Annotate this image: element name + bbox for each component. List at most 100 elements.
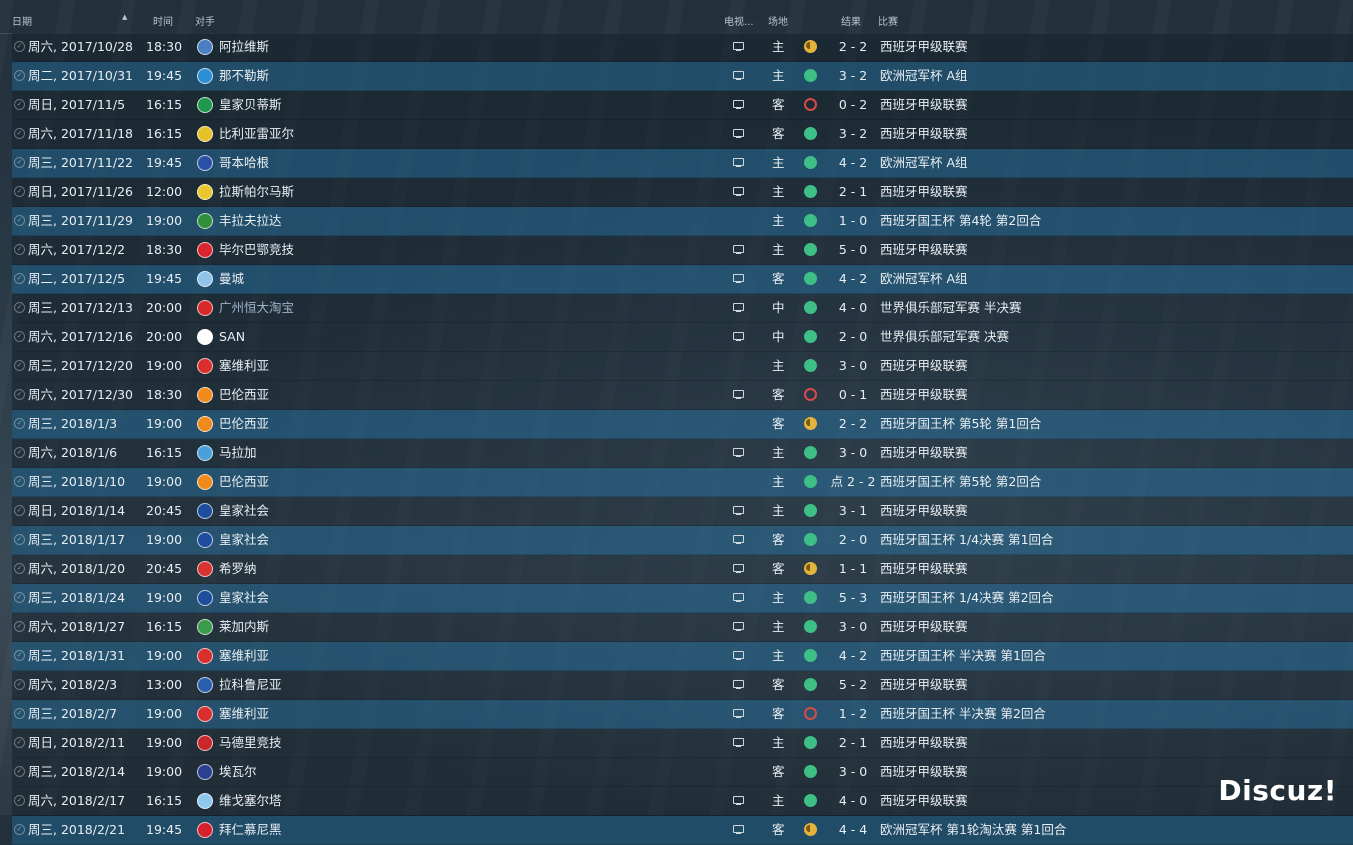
match-score[interactable]: 3 - 0 (830, 352, 876, 380)
column-header-tv[interactable]: 电视... (724, 13, 754, 28)
match-score[interactable]: 3 - 0 (830, 758, 876, 786)
opponent-name[interactable]: 拉斯帕尔马斯 (219, 178, 294, 206)
fixture-row[interactable]: ✓ 周二, 2017/10/31 19:45 那不勒斯 主 3 - 2 欧洲冠军杯 A组 (12, 62, 1353, 91)
fixture-row[interactable]: ✓ 周三, 2018/2/7 19:00 塞维利亚 客 1 - 2 西班牙国王杯 半决赛 第… (12, 700, 1353, 729)
opponent-name[interactable]: 毕尔巴鄂竞技 (219, 236, 294, 264)
match-score[interactable]: 4 - 2 (830, 149, 876, 177)
match-score[interactable]: 3 - 1 (830, 497, 876, 525)
fixture-row[interactable]: ✓ 周三, 2017/11/29 19:00 丰拉夫拉达 主 1 - 0 西班牙国王杯 第4… (12, 207, 1353, 236)
fixture-row[interactable]: ✓ 周二, 2017/12/5 19:45 曼城 客 4 - 2 欧洲冠军杯 A组 (12, 265, 1353, 294)
match-score[interactable]: 5 - 2 (830, 671, 876, 699)
match-score[interactable]: 4 - 4 (830, 816, 876, 844)
fixture-row[interactable]: ✓ 周六, 2018/1/27 16:15 莱加内斯 主 3 - 0 西班牙甲级联赛 (12, 613, 1353, 642)
opponent-name[interactable]: 曼城 (219, 265, 244, 293)
opponent-name[interactable]: 广州恒大淘宝 (219, 294, 294, 322)
opponent-name[interactable]: 丰拉夫拉达 (219, 207, 282, 235)
opponent-name[interactable]: 拜仁慕尼黑 (219, 816, 282, 844)
opponent-name[interactable]: 塞维利亚 (219, 700, 269, 728)
competition-name[interactable]: 西班牙甲级联赛 (880, 671, 968, 699)
column-header-opponent[interactable]: 对手 (195, 13, 215, 28)
opponent-name[interactable]: 皇家贝蒂斯 (219, 91, 282, 119)
opponent-name[interactable]: 皇家社会 (219, 497, 269, 525)
opponent-name[interactable]: 塞维利亚 (219, 642, 269, 670)
fixture-row[interactable]: ✓ 周六, 2017/11/18 16:15 比利亚雷亚尔 客 3 - 2 西班牙甲级联赛 (12, 120, 1353, 149)
competition-name[interactable]: 西班牙甲级联赛 (880, 33, 968, 61)
competition-name[interactable]: 欧洲冠军杯 第1轮淘汰赛 第1回合 (880, 816, 1066, 844)
fixture-row[interactable]: ✓ 周三, 2018/1/24 19:00 皇家社会 主 5 - 3 西班牙国王杯 1/4决… (12, 584, 1353, 613)
fixture-row[interactable]: ✓ 周三, 2018/1/17 19:00 皇家社会 客 2 - 0 西班牙国王杯 1/4决… (12, 526, 1353, 555)
match-score[interactable]: 4 - 2 (830, 265, 876, 293)
competition-name[interactable]: 西班牙国王杯 1/4决赛 第1回合 (880, 526, 1054, 554)
fixture-row[interactable]: ✓ 周日, 2018/1/14 20:45 皇家社会 主 3 - 1 西班牙甲级联赛 (12, 497, 1353, 526)
competition-name[interactable]: 西班牙甲级联赛 (880, 758, 968, 786)
competition-name[interactable]: 欧洲冠军杯 A组 (880, 149, 968, 177)
fixture-row[interactable]: ✓ 周三, 2017/12/20 19:00 塞维利亚 主 3 - 0 西班牙甲级联赛 (12, 352, 1353, 381)
opponent-name[interactable]: 皇家社会 (219, 584, 269, 612)
fixture-row[interactable]: ✓ 周六, 2018/1/6 16:15 马拉加 主 3 - 0 西班牙甲级联赛 (12, 439, 1353, 468)
fixture-row[interactable]: ✓ 周三, 2018/1/3 19:00 巴伦西亚 客 2 - 2 西班牙国王杯 第5轮 第… (12, 410, 1353, 439)
match-score[interactable]: 4 - 0 (830, 294, 876, 322)
match-score[interactable]: 3 - 0 (830, 439, 876, 467)
fixture-row[interactable]: ✓ 周三, 2017/12/13 20:00 广州恒大淘宝 中 4 - 0 世界俱乐部冠军赛… (12, 294, 1353, 323)
opponent-name[interactable]: 巴伦西亚 (219, 381, 269, 409)
competition-name[interactable]: 西班牙甲级联赛 (880, 236, 968, 264)
fixture-row[interactable]: ✓ 周六, 2017/12/16 20:00 SAN 中 2 - 0 世界俱乐部冠军赛 决赛 (12, 323, 1353, 352)
opponent-name[interactable]: 皇家社会 (219, 526, 269, 554)
competition-name[interactable]: 西班牙甲级联赛 (880, 352, 968, 380)
fixture-row[interactable]: ✓ 周六, 2017/12/2 18:30 毕尔巴鄂竞技 主 5 - 0 西班牙甲级联赛 (12, 236, 1353, 265)
competition-name[interactable]: 西班牙国王杯 半决赛 第2回合 (880, 700, 1046, 728)
fixture-row[interactable]: ✓ 周日, 2018/2/11 19:00 马德里竞技 主 2 - 1 西班牙甲级联赛 (12, 729, 1353, 758)
fixture-row[interactable]: ✓ 周日, 2017/11/26 12:00 拉斯帕尔马斯 主 2 - 1 西班牙甲级联赛 (12, 178, 1353, 207)
match-score[interactable]: 5 - 3 (830, 584, 876, 612)
column-header-venue[interactable]: 场地 (768, 13, 788, 28)
opponent-name[interactable]: 拉科鲁尼亚 (219, 671, 282, 699)
competition-name[interactable]: 欧洲冠军杯 A组 (880, 265, 968, 293)
column-header-time[interactable]: 时间 (153, 13, 173, 28)
match-score[interactable]: 3 - 2 (830, 62, 876, 90)
competition-name[interactable]: 西班牙甲级联赛 (880, 555, 968, 583)
fixture-row[interactable]: ✓ 周六, 2018/1/20 20:45 希罗纳 客 1 - 1 西班牙甲级联赛 (12, 555, 1353, 584)
competition-name[interactable]: 西班牙甲级联赛 (880, 497, 968, 525)
match-score[interactable]: 3 - 0 (830, 613, 876, 641)
opponent-name[interactable]: 那不勒斯 (219, 62, 269, 90)
competition-name[interactable]: 西班牙甲级联赛 (880, 787, 968, 815)
match-score[interactable]: 0 - 1 (830, 381, 876, 409)
competition-name[interactable]: 西班牙甲级联赛 (880, 439, 968, 467)
match-score[interactable]: 2 - 2 (830, 33, 876, 61)
opponent-name[interactable]: 巴伦西亚 (219, 410, 269, 438)
competition-name[interactable]: 西班牙甲级联赛 (880, 381, 968, 409)
opponent-name[interactable]: 比利亚雷亚尔 (219, 120, 294, 148)
competition-name[interactable]: 西班牙国王杯 第5轮 第1回合 (880, 410, 1041, 438)
match-score[interactable]: 2 - 0 (830, 526, 876, 554)
match-score[interactable]: 2 - 1 (830, 178, 876, 206)
match-score[interactable]: 1 - 1 (830, 555, 876, 583)
match-score[interactable]: 3 - 2 (830, 120, 876, 148)
match-score[interactable]: 2 - 1 (830, 729, 876, 757)
match-score[interactable]: 2 - 2 (830, 410, 876, 438)
fixture-row[interactable]: ✓ 周三, 2018/1/10 19:00 巴伦西亚 主 点 2 - 2 西班牙国王杯 第5… (12, 468, 1353, 497)
competition-name[interactable]: 世界俱乐部冠军赛 半决赛 (880, 294, 1021, 322)
match-score[interactable]: 0 - 2 (830, 91, 876, 119)
match-score[interactable]: 4 - 2 (830, 642, 876, 670)
column-header-competition[interactable]: 比赛 (878, 13, 898, 28)
opponent-name[interactable]: 维戈塞尔塔 (219, 787, 282, 815)
match-score[interactable]: 2 - 0 (830, 323, 876, 351)
competition-name[interactable]: 西班牙甲级联赛 (880, 729, 968, 757)
fixture-row[interactable]: ✓ 周六, 2017/10/28 18:30 阿拉维斯 主 2 - 2 西班牙甲级联赛 (12, 33, 1353, 62)
column-header-result[interactable]: 结果 (841, 13, 861, 28)
competition-name[interactable]: 世界俱乐部冠军赛 决赛 (880, 323, 1009, 351)
opponent-name[interactable]: 阿拉维斯 (219, 33, 269, 61)
match-score[interactable]: 5 - 0 (830, 236, 876, 264)
competition-name[interactable]: 西班牙国王杯 第5轮 第2回合 (880, 468, 1041, 496)
fixture-row[interactable]: ✓ 周六, 2018/2/17 16:15 维戈塞尔塔 主 4 - 0 西班牙甲级联赛 (12, 787, 1353, 816)
opponent-name[interactable]: SAN (219, 323, 245, 351)
competition-name[interactable]: 西班牙甲级联赛 (880, 120, 968, 148)
match-score[interactable]: 1 - 2 (830, 700, 876, 728)
column-header-date[interactable]: 日期 (12, 13, 32, 28)
opponent-name[interactable]: 埃瓦尔 (219, 758, 257, 786)
opponent-name[interactable]: 塞维利亚 (219, 352, 269, 380)
competition-name[interactable]: 西班牙国王杯 1/4决赛 第2回合 (880, 584, 1054, 612)
opponent-name[interactable]: 希罗纳 (219, 555, 257, 583)
opponent-name[interactable]: 马拉加 (219, 439, 257, 467)
fixture-row[interactable]: ✓ 周日, 2017/11/5 16:15 皇家贝蒂斯 客 0 - 2 西班牙甲级联赛 (12, 91, 1353, 120)
